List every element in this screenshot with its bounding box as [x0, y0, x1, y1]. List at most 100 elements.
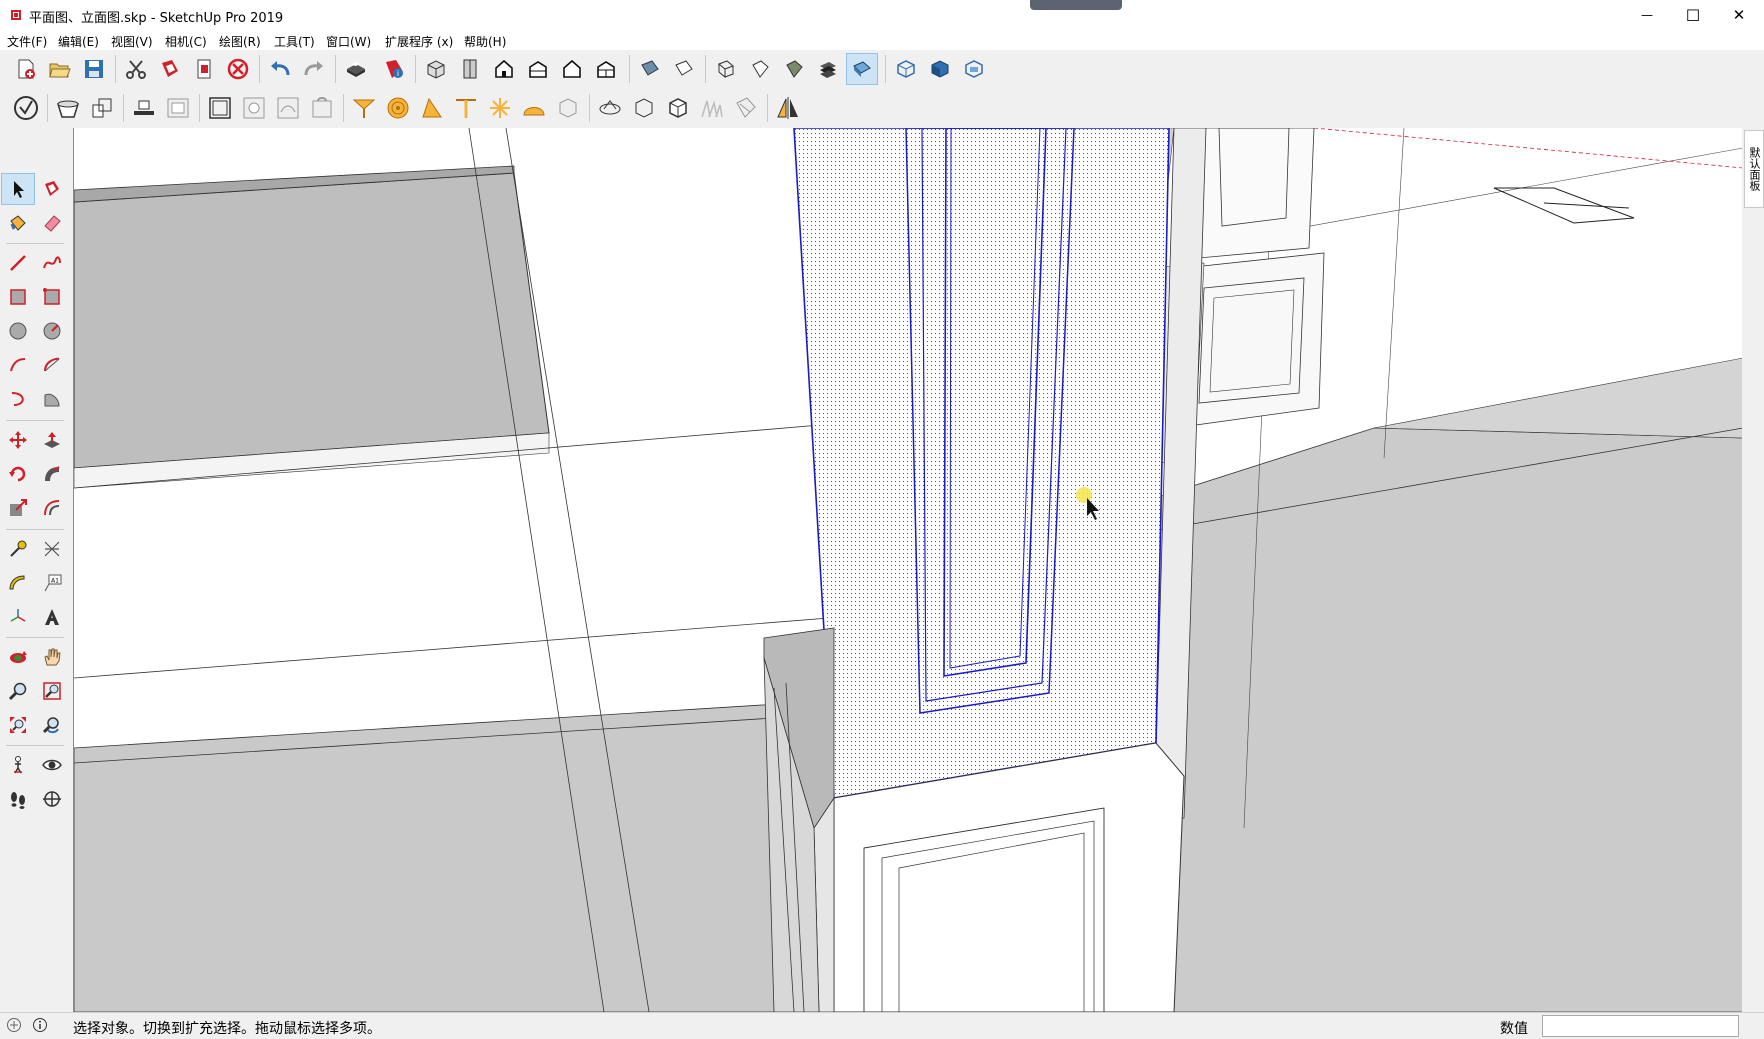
menu-help[interactable]: 帮助(H) [464, 33, 506, 50]
intersect-button[interactable] [87, 93, 117, 123]
stamp-button[interactable] [383, 93, 413, 123]
menu-draw[interactable]: 绘图(R) [219, 33, 261, 50]
front-view-button[interactable] [489, 54, 519, 84]
menu-camera[interactable]: 相机(C) [165, 33, 207, 50]
pan-tool[interactable] [36, 642, 68, 672]
orbit-tool[interactable] [2, 642, 34, 672]
drape-button[interactable] [417, 93, 447, 123]
outer-shell-button[interactable] [53, 93, 83, 123]
two-point-arc-tool[interactable] [36, 350, 68, 380]
maximize-button[interactable]: ☐ [1670, 0, 1716, 30]
menu-extensions[interactable]: 扩展程序 (x) [385, 33, 453, 50]
back-view-button[interactable] [557, 54, 587, 84]
shaded-textures-button[interactable] [813, 54, 843, 84]
photo-texture-button[interactable] [731, 93, 761, 123]
rotate-tool[interactable] [2, 459, 34, 489]
split-button[interactable] [239, 93, 269, 123]
info-icon[interactable] [32, 1017, 48, 1033]
copy-button[interactable] [189, 54, 219, 84]
undo-button[interactable] [265, 54, 295, 84]
component-tool[interactable] [36, 174, 68, 204]
shaded-button[interactable] [779, 54, 809, 84]
select-tool[interactable] [1, 173, 35, 205]
position-camera-button[interactable] [519, 93, 549, 123]
protractor-button[interactable] [595, 93, 625, 123]
rotated-rectangle-tool[interactable] [36, 282, 68, 312]
erase-button[interactable] [223, 54, 253, 84]
text-tool[interactable]: A1 [36, 568, 68, 598]
walk-tool[interactable] [2, 784, 34, 814]
section-plane-button[interactable] [891, 54, 921, 84]
menu-file[interactable]: 文件(F) [7, 33, 47, 50]
right-view-button[interactable] [523, 54, 553, 84]
three-point-arc-tool[interactable] [2, 384, 34, 414]
monochrome-button[interactable] [846, 53, 878, 85]
flip-edge-button[interactable] [485, 93, 515, 123]
new-file-button[interactable] [11, 54, 41, 84]
dimension-button[interactable] [553, 93, 583, 123]
trim-button[interactable] [205, 93, 235, 123]
section-plane-tool[interactable] [36, 784, 68, 814]
paint-bucket-tool[interactable] [2, 208, 34, 238]
follow-me-tool[interactable] [36, 459, 68, 489]
zoom-extents-tool[interactable] [2, 710, 34, 740]
top-view-button[interactable] [455, 54, 485, 84]
mirror-button[interactable] [773, 93, 803, 123]
measurements-input[interactable] [1542, 1015, 1739, 1037]
model-info-button[interactable]: i [379, 54, 409, 84]
left-view-button[interactable] [591, 54, 621, 84]
tape-measure-tool[interactable] [2, 534, 34, 564]
drag-handle[interactable] [1030, 0, 1122, 10]
sandbox-contours-button[interactable] [273, 93, 303, 123]
offset-tool[interactable] [36, 493, 68, 523]
save-button[interactable] [79, 54, 109, 84]
paste-button[interactable] [155, 54, 185, 84]
cut-button[interactable] [121, 54, 151, 84]
toggle-terrain-button[interactable] [697, 93, 727, 123]
previous-view-tool[interactable] [36, 710, 68, 740]
axes-tool[interactable] [2, 602, 34, 632]
open-button[interactable] [45, 54, 75, 84]
display-sections-button[interactable] [925, 54, 955, 84]
move-tool[interactable] [2, 425, 34, 455]
sandbox-scratch-button[interactable] [307, 93, 337, 123]
subtract-button[interactable] [129, 93, 159, 123]
look-around-tool[interactable] [36, 750, 68, 780]
push-pull-tool[interactable] [36, 425, 68, 455]
print-button[interactable] [341, 54, 371, 84]
geolocation-icon[interactable] [6, 1017, 22, 1033]
close-button[interactable]: ✕ [1716, 0, 1762, 30]
rectangle-tool[interactable] [2, 282, 34, 312]
circle-tool[interactable] [2, 316, 34, 346]
hidden-line-button[interactable] [745, 54, 775, 84]
smoove-button[interactable] [349, 93, 379, 123]
add-location-button[interactable] [663, 93, 693, 123]
polygon-tool[interactable] [36, 316, 68, 346]
pie-tool[interactable] [36, 384, 68, 414]
menu-view[interactable]: 视图(V) [111, 33, 153, 50]
arc-tool[interactable] [2, 350, 34, 380]
check-solid-button[interactable] [11, 93, 41, 123]
menu-tools[interactable]: 工具(T) [274, 33, 315, 50]
menu-window[interactable]: 窗口(W) [326, 33, 371, 50]
eraser-tool[interactable] [36, 208, 68, 238]
position-camera-tool[interactable] [2, 750, 34, 780]
scale-tool[interactable] [2, 493, 34, 523]
model-viewport[interactable] [73, 128, 1743, 1012]
dimension-tool[interactable] [36, 534, 68, 564]
section-cuts-button[interactable] [959, 54, 989, 84]
minimize-button[interactable]: — [1624, 0, 1670, 30]
line-tool[interactable] [2, 248, 34, 278]
3d-text-tool[interactable] [36, 602, 68, 632]
xray-button[interactable] [635, 54, 665, 84]
redo-button[interactable] [299, 54, 329, 84]
freehand-tool[interactable] [36, 248, 68, 278]
union-button[interactable] [163, 93, 193, 123]
menu-edit[interactable]: 编辑(E) [58, 33, 99, 50]
axes-button[interactable] [629, 93, 659, 123]
back-edges-button[interactable] [669, 54, 699, 84]
default-tray-tab[interactable]: 默认面板 [1744, 130, 1764, 208]
wireframe-button[interactable] [711, 54, 741, 84]
iso-view-button[interactable] [421, 54, 451, 84]
zoom-window-tool[interactable] [36, 676, 68, 706]
